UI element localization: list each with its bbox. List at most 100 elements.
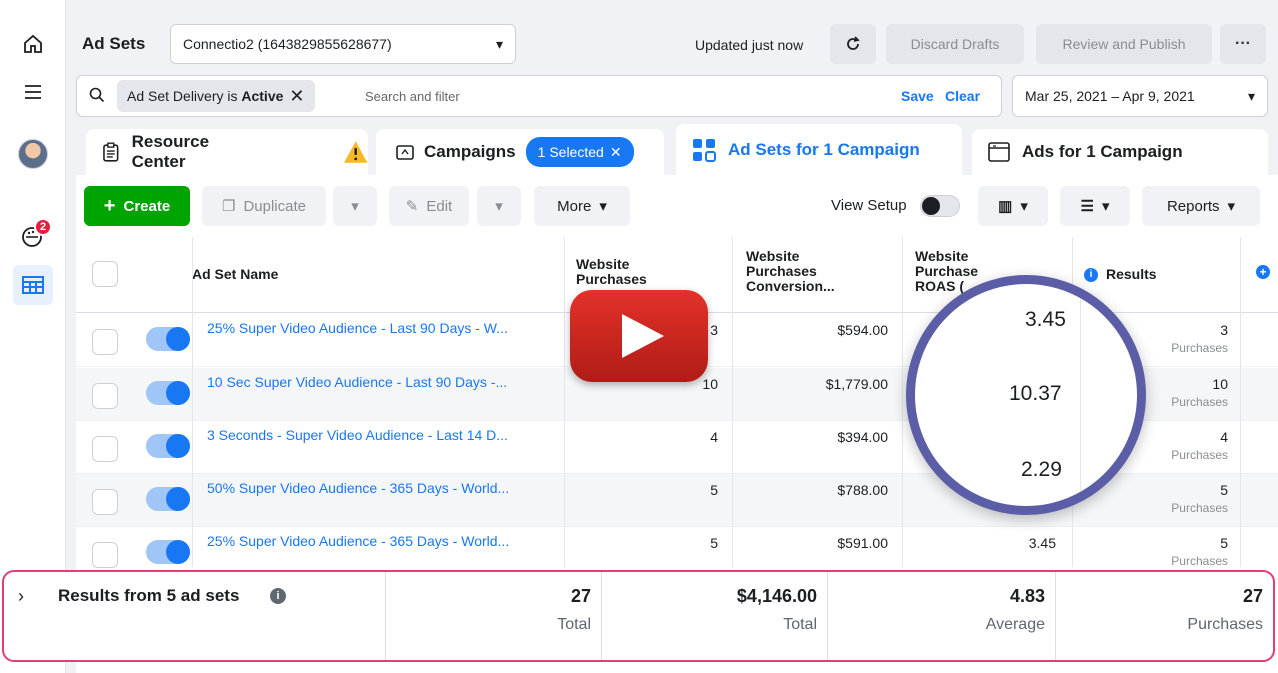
avatar[interactable] [13, 134, 53, 174]
edit-button[interactable]: ✎ Edit [389, 186, 469, 226]
performance-icon[interactable]: 2 [13, 216, 53, 256]
ad-set-name-link[interactable]: 25% Super Video Audience - Last 90 Days … [207, 320, 553, 336]
column-divider [902, 237, 903, 567]
delivery-toggle[interactable] [146, 540, 190, 564]
breakdown-icon: ☰ [1080, 198, 1094, 215]
review-publish-button[interactable]: Review and Publish [1036, 24, 1212, 64]
reports-button[interactable]: Reports ▾ [1142, 186, 1260, 226]
top-bar: Ad Sets Connectio2 (1643829855628677) ▾ … [66, 20, 1278, 66]
menu-icon[interactable] [13, 72, 53, 112]
date-range-picker[interactable]: Mar 25, 2021 – Apr 9, 2021 ▾ [1012, 75, 1268, 117]
row-checkbox[interactable] [92, 383, 118, 409]
save-filter-link[interactable]: Save [901, 88, 934, 104]
col-results-label: Results [1106, 266, 1157, 282]
edit-dropdown[interactable]: ▾ [477, 186, 521, 226]
magnified-roas-value: 3.45 [1025, 308, 1066, 331]
ad-set-name-link[interactable]: 25% Super Video Audience - 365 Days - Wo… [207, 533, 553, 549]
create-label: Create [123, 197, 171, 215]
add-column-icon[interactable]: + [1256, 265, 1270, 279]
refresh-button[interactable] [830, 24, 876, 64]
results-unit: Purchases [1171, 501, 1228, 515]
results-value: 10 [1212, 376, 1228, 392]
col-website-purchases[interactable]: Website Purchases [576, 257, 647, 287]
ad-icon [988, 142, 1010, 162]
more-options-button[interactable]: ··· [1220, 24, 1266, 64]
ad-set-name-link[interactable]: 3 Seconds - Super Video Audience - Last … [207, 427, 553, 443]
expand-chevron-icon[interactable]: › [18, 586, 24, 607]
clear-filter-link[interactable]: Clear [945, 88, 980, 104]
filter-bar[interactable]: Ad Set Delivery is Active ✕ Search and f… [76, 75, 1002, 117]
select-all-checkbox[interactable] [92, 261, 118, 287]
columns-button[interactable]: ▥ ▾ [978, 186, 1048, 226]
col-purchases-l2: Purchases [576, 271, 647, 287]
create-button[interactable]: + Create [84, 186, 190, 226]
purchases-value: 3 [710, 322, 718, 338]
purchases-value: 10 [702, 376, 718, 392]
duplicate-icon: ❐ [222, 198, 236, 215]
clipboard-icon [103, 142, 119, 162]
more-label: More [557, 197, 592, 215]
info-icon[interactable]: i [270, 588, 286, 604]
tab-ads-label: Ads for 1 Campaign [1022, 142, 1183, 161]
caret-down-icon: ▾ [1101, 198, 1110, 215]
column-divider [1240, 237, 1241, 567]
summary-roas-sub: Average [985, 616, 1045, 633]
tab-ads[interactable]: Ads for 1 Campaign [972, 129, 1268, 175]
delivery-toggle[interactable] [146, 487, 190, 511]
summary-conversion-cell: $4,146.00 Total [602, 572, 828, 660]
ads-manager-table-icon[interactable] [13, 265, 53, 305]
col-conversion-value[interactable]: Website Purchases Conversion... [746, 249, 835, 294]
summary-results-sub: Purchases [1187, 616, 1263, 633]
col-ad-set-name[interactable]: Ad Set Name [192, 267, 278, 282]
edit-label: Edit [426, 197, 453, 215]
ad-set-name-link[interactable]: 50% Super Video Audience - 365 Days - Wo… [207, 480, 553, 496]
account-selector[interactable]: Connectio2 (1643829855628677) ▾ [170, 24, 516, 64]
results-unit: Purchases [1171, 448, 1228, 462]
close-icon[interactable]: ✕ [289, 86, 304, 107]
duplicate-dropdown[interactable]: ▾ [333, 186, 377, 226]
tab-ad-sets-label: Ad Sets for 1 Campaign [728, 140, 920, 159]
selected-pill-label: 1 Selected [537, 144, 604, 160]
row-checkbox[interactable] [92, 329, 118, 355]
roas-value: 3.45 [1028, 535, 1056, 551]
col-roas[interactable]: Website Purchase ROAS ( [915, 249, 978, 294]
results-summary-row: › Results from 5 ad sets i 27 Total $4,1… [2, 570, 1275, 662]
results-value: 3 [1220, 322, 1228, 338]
column-divider [732, 237, 733, 567]
ad-set-name-link[interactable]: 10 Sec Super Video Audience - Last 90 Da… [207, 374, 553, 390]
search-input[interactable]: Search and filter [365, 89, 460, 104]
row-checkbox[interactable] [92, 542, 118, 568]
results-value: 5 [1220, 535, 1228, 551]
magnifier-divider [1080, 284, 1081, 506]
col-results[interactable]: i Results [1084, 267, 1157, 282]
video-play-icon[interactable] [570, 290, 708, 382]
more-button[interactable]: More ▾ [534, 186, 630, 226]
filter-chip[interactable]: Ad Set Delivery is Active ✕ [117, 80, 315, 112]
summary-roas-cell: 4.83 Average [828, 572, 1056, 660]
selected-pill[interactable]: 1 Selected ✕ [525, 137, 634, 167]
app-root: 2 Ad Sets Connectio2 (1643829855628677) … [0, 0, 1278, 673]
col-conv-l3: Conversion... [746, 278, 835, 294]
delivery-toggle[interactable] [146, 381, 190, 405]
tab-campaigns[interactable]: Campaigns 1 Selected ✕ [376, 129, 664, 175]
row-checkbox[interactable] [92, 436, 118, 462]
campaign-folder-icon [396, 145, 414, 160]
purchases-value: 5 [710, 482, 718, 498]
delivery-toggle[interactable] [146, 434, 190, 458]
tab-ad-sets[interactable]: Ad Sets for 1 Campaign [676, 124, 962, 176]
tab-campaigns-label: Campaigns [424, 142, 516, 161]
delivery-toggle[interactable] [146, 327, 190, 351]
purchases-value: 4 [710, 429, 718, 445]
tab-resource-center[interactable]: Resource Center [86, 129, 368, 175]
results-unit: Purchases [1171, 554, 1228, 568]
close-icon[interactable]: ✕ [610, 144, 622, 161]
caret-down-icon: ▾ [599, 198, 607, 215]
breakdown-button[interactable]: ☰ ▾ [1060, 186, 1130, 226]
filter-chip-label: Ad Set Delivery is Active [127, 88, 284, 104]
refresh-icon [847, 36, 860, 50]
row-checkbox[interactable] [92, 489, 118, 515]
view-setup-toggle[interactable] [920, 195, 960, 217]
home-icon[interactable] [13, 24, 53, 64]
duplicate-button[interactable]: ❐ Duplicate [202, 186, 326, 226]
discard-drafts-button[interactable]: Discard Drafts [886, 24, 1024, 64]
